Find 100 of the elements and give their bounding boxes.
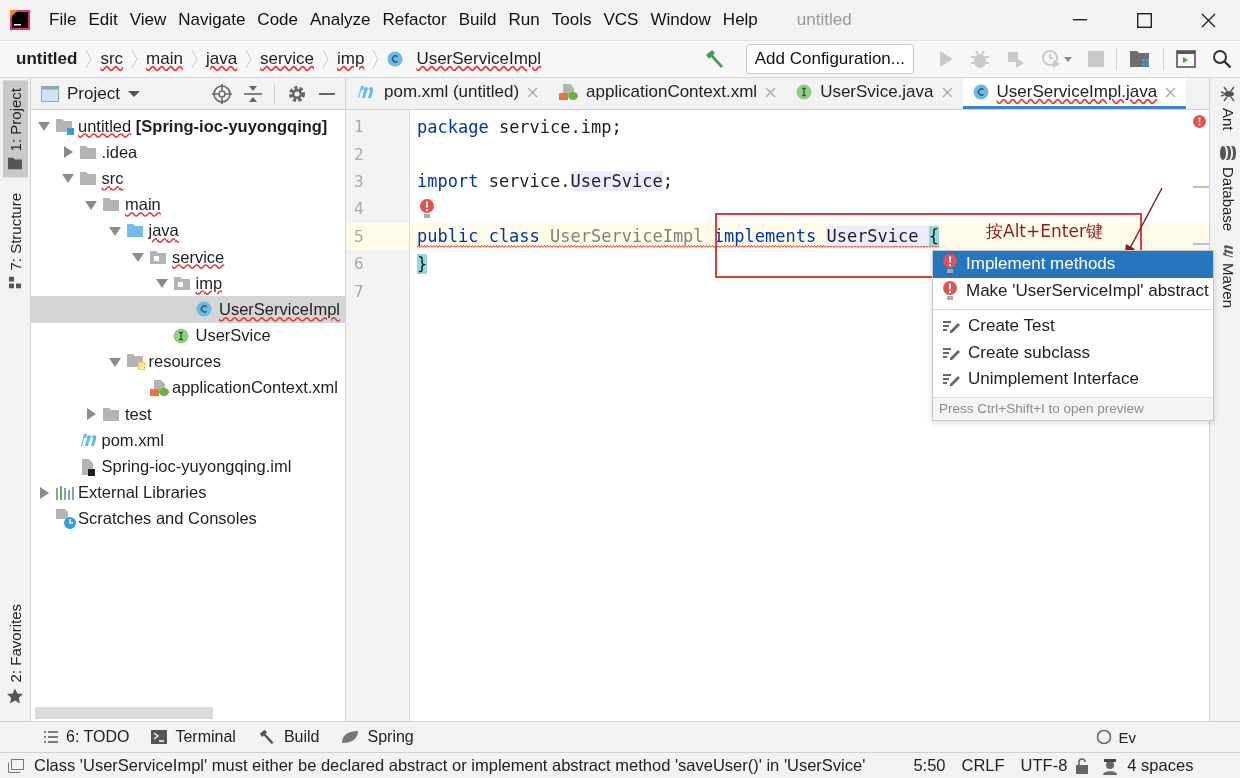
close-icon[interactable]: [765, 86, 777, 98]
menu-item[interactable]: Analyze: [305, 6, 376, 34]
close-icon[interactable]: [1165, 86, 1177, 98]
tool-window-tab[interactable]: Build: [257, 728, 320, 746]
class-icon: [972, 84, 989, 100]
breadcrumb[interactable]: UserServiceImpl: [416, 49, 542, 69]
close-icon[interactable]: [527, 86, 539, 98]
tree-item[interactable]: applicationContext.xml: [31, 374, 345, 402]
inspector-icon[interactable]: [1101, 756, 1120, 775]
locate-icon[interactable]: [212, 83, 232, 104]
breadcrumb[interactable]: main: [146, 49, 183, 69]
tool-window-tab[interactable]: Database: [1213, 144, 1237, 231]
expanded-arrow-icon[interactable]: [155, 278, 168, 289]
tool-window-tab[interactable]: Maven: [1213, 244, 1237, 308]
caret-position[interactable]: 5:50: [913, 756, 946, 775]
event-log-button[interactable]: Ev: [1096, 728, 1136, 746]
popup-menu-item[interactable]: Implement methods: [933, 251, 1213, 278]
breadcrumb[interactable]: java: [205, 49, 238, 69]
project-structure-icon[interactable]: [1129, 50, 1151, 68]
editor-tab[interactable]: applicationContext.xml: [548, 78, 787, 109]
line-separator[interactable]: CRLF: [961, 756, 1005, 775]
tool-window-tab[interactable]: Spring: [341, 728, 414, 746]
menu-item[interactable]: Edit: [83, 6, 123, 34]
collapse-all-icon[interactable]: [244, 84, 262, 103]
hammer-icon[interactable]: [703, 49, 726, 69]
collapsed-arrow-icon[interactable]: [62, 146, 73, 159]
terminal-icon: [151, 730, 168, 744]
tree-item[interactable]: .idea: [31, 139, 345, 166]
run-configuration-button[interactable]: Add Configuration...: [745, 44, 914, 74]
tree-item[interactable]: src: [31, 165, 345, 192]
tree-item[interactable]: Spring-ioc-yuyongqing.iml: [31, 453, 345, 480]
collapsed-arrow-icon[interactable]: [86, 408, 96, 421]
breadcrumb[interactable]: untitled: [16, 49, 78, 69]
tree-item[interactable]: java: [31, 217, 345, 244]
tree-item[interactable]: test: [31, 401, 345, 428]
menu-item[interactable]: Build: [453, 6, 502, 34]
close-icon: [1200, 12, 1216, 28]
scrollbar[interactable]: [35, 707, 213, 719]
tool-window-tab[interactable]: 1: Project: [2, 80, 28, 178]
expanded-arrow-icon[interactable]: [132, 252, 144, 263]
file-encoding[interactable]: UTF-8: [1020, 756, 1068, 775]
maven-icon: [1222, 242, 1234, 259]
menu-item[interactable]: Run: [503, 6, 545, 34]
tool-window-tab[interactable]: 2: Favorites: [2, 595, 28, 711]
expanded-arrow-icon[interactable]: [38, 121, 50, 132]
tree-item[interactable]: pom.xml: [31, 427, 345, 454]
tool-window-tab[interactable]: Ant: [1213, 86, 1237, 131]
indent-setting[interactable]: 4 spaces: [1127, 756, 1194, 775]
tree-item[interactable]: main: [31, 191, 345, 218]
menu-item[interactable]: Navigate: [173, 6, 251, 34]
menu-item[interactable]: Help: [717, 6, 763, 34]
expanded-arrow-icon[interactable]: [108, 356, 121, 367]
collapsed-arrow-icon[interactable]: [39, 486, 49, 499]
expanded-arrow-icon[interactable]: [61, 173, 74, 184]
code-line: import service.UserSvice;: [417, 171, 673, 194]
tool-window-tab[interactable]: 7: Structure: [2, 185, 28, 297]
tree-item[interactable]: Scratches and Consoles: [31, 505, 345, 532]
lock-icon[interactable]: [1075, 757, 1090, 774]
chevron-icon: [190, 49, 198, 69]
close-icon[interactable]: [941, 86, 953, 98]
line-number: 4: [354, 199, 364, 219]
leaf-icon: [341, 730, 360, 744]
editor-tab[interactable]: pom.xml (untitled): [346, 78, 549, 109]
tool-window-tab[interactable]: 6: TODO: [44, 728, 130, 746]
search-icon[interactable]: [1212, 49, 1232, 69]
tree-item[interactable]: untitled [Spring-ioc-yuyongqing]: [31, 113, 345, 140]
profiler-icon[interactable]: [1042, 49, 1072, 69]
tool-window-tab[interactable]: Terminal: [151, 728, 236, 746]
breadcrumb[interactable]: service: [260, 49, 314, 69]
expanded-arrow-icon[interactable]: [85, 199, 97, 210]
tree-item[interactable]: External Libraries: [31, 479, 345, 506]
app-logo: [10, 10, 30, 30]
editor-tab[interactable]: UserServiceImpl.java: [962, 78, 1187, 109]
menu-item[interactable]: Window: [645, 6, 716, 34]
settings-icon[interactable]: [287, 83, 307, 104]
tree-item[interactable]: imp: [31, 270, 345, 297]
tool-windows-icon[interactable]: [8, 758, 24, 773]
annotation-text: 按Alt+Enter键: [986, 220, 1103, 243]
breadcrumb[interactable]: imp: [336, 49, 365, 69]
presentation-icon[interactable]: [1176, 50, 1196, 68]
editor-tab[interactable]: UserSvice.java: [786, 78, 963, 109]
menu-item[interactable]: File: [44, 6, 82, 34]
menu-item[interactable]: VCS: [598, 6, 644, 34]
popup-menu-item[interactable]: Unimplement Interface: [933, 366, 1213, 393]
menu-item[interactable]: View: [124, 6, 172, 34]
hide-icon[interactable]: [319, 92, 335, 95]
popup-menu-item[interactable]: Create Test: [933, 309, 1213, 340]
tree-item[interactable]: service: [31, 243, 345, 271]
popup-menu-item[interactable]: Create subclass: [933, 339, 1213, 366]
tree-item[interactable]: UserSvice: [31, 322, 345, 349]
menu-item[interactable]: Refactor: [377, 6, 452, 34]
breadcrumb[interactable]: src: [100, 49, 124, 69]
tree-item[interactable]: resources: [31, 348, 345, 375]
menu-item[interactable]: Code: [252, 6, 303, 34]
error-bulb-icon[interactable]: [419, 198, 435, 219]
expanded-arrow-icon[interactable]: [108, 225, 121, 236]
hint-text: Press Ctrl+Shift+I to open preview: [933, 396, 1213, 420]
popup-menu-item[interactable]: Make 'UserServiceImpl' abstract: [933, 277, 1213, 304]
tree-item[interactable]: UserServiceImpl: [31, 296, 345, 323]
menu-item[interactable]: Tools: [546, 6, 597, 34]
